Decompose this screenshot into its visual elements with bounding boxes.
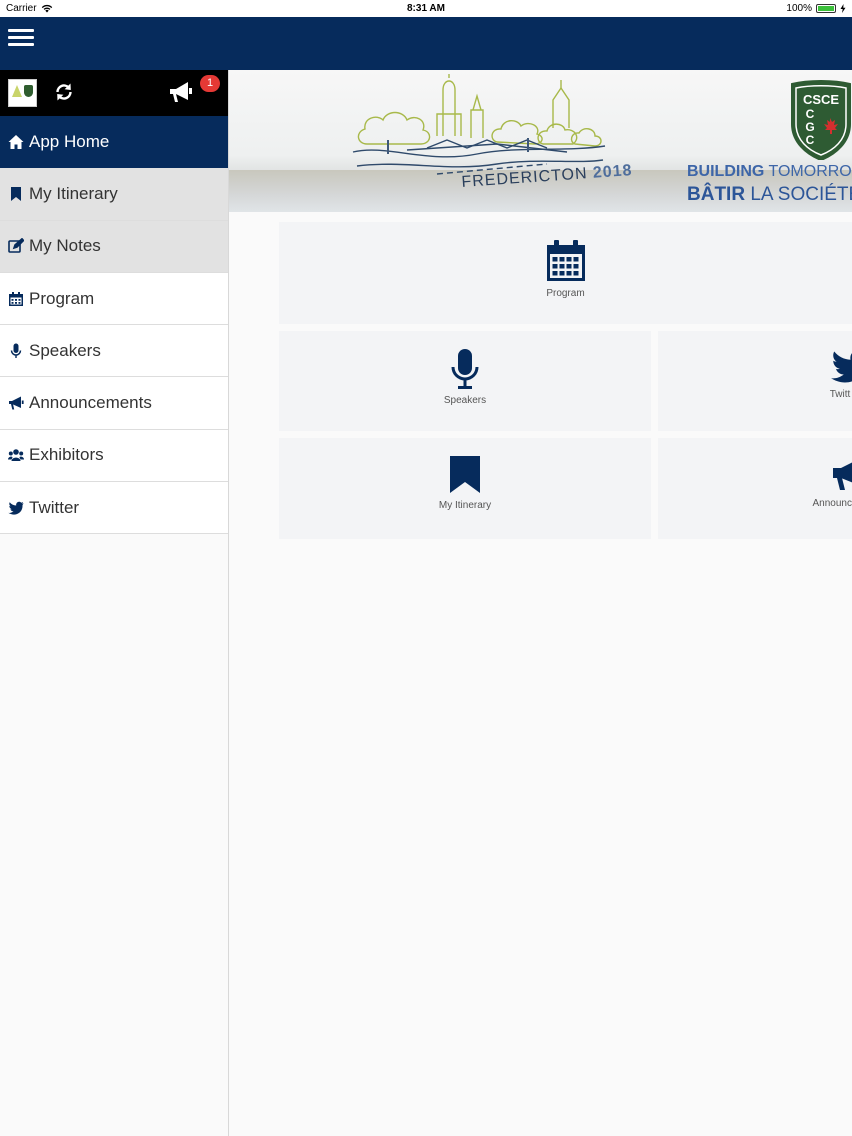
sidebar-item-label: App Home <box>29 131 110 151</box>
sidebar-item-my-itinerary[interactable]: My Itinerary <box>0 168 228 221</box>
tagline-french: BÂTIR LA SOCIÉTÉ <box>687 184 852 205</box>
sidebar-item-label: Announcements <box>29 393 152 413</box>
tile-label: Announce <box>812 498 852 509</box>
svg-text:C: C <box>806 107 815 121</box>
speakers-tile[interactable]: Speakers <box>279 331 651 431</box>
megaphone-icon <box>9 396 24 410</box>
microphone-icon <box>10 343 22 358</box>
sidebar-item-app-home[interactable]: App Home <box>0 116 228 169</box>
twitter-icon <box>8 501 24 515</box>
top-navigation-bar <box>0 17 852 70</box>
battery-icon <box>816 4 836 13</box>
sidebar-item-exhibitors[interactable]: Exhibitors <box>0 429 228 483</box>
home-icon <box>8 134 24 149</box>
sidebar-item-announcements[interactable]: Announcements <box>0 377 228 430</box>
microphone-icon <box>451 349 479 389</box>
sidebar-item-speakers[interactable]: Speakers <box>0 325 228 378</box>
clock: 8:31 AM <box>407 3 445 14</box>
my-itinerary-tile[interactable]: My Itinerary <box>279 438 651 539</box>
calendar-icon <box>546 240 585 281</box>
sidebar-item-label: Program <box>29 288 95 308</box>
csce-shield-logo: CSCE C G C <box>791 80 851 160</box>
tile-label: Speakers <box>443 395 487 406</box>
sidebar-item-label: Speakers <box>29 340 101 360</box>
sidebar-item-label: My Itinerary <box>29 183 118 203</box>
svg-text:G: G <box>805 120 814 134</box>
bookmark-icon <box>11 186 21 201</box>
charging-icon <box>840 4 846 13</box>
sidebar-item-program[interactable]: Program <box>0 272 228 326</box>
status-bar: Carrier 8:31 AM 100% <box>0 0 852 17</box>
battery-percent: 100% <box>786 3 812 14</box>
sidebar-header: 1 <box>0 70 228 116</box>
calendar-icon <box>9 291 23 306</box>
sidebar: 1 App Home My Itinerary My Notes Program… <box>0 70 229 1136</box>
svg-text:CSCE: CSCE <box>803 92 839 107</box>
megaphone-icon <box>833 462 852 490</box>
notification-badge: 1 <box>200 75 220 92</box>
edit-icon <box>8 238 24 254</box>
sidebar-item-my-notes[interactable]: My Notes <box>0 220 228 273</box>
tile-label: Program <box>546 288 585 299</box>
sync-icon[interactable] <box>53 81 75 103</box>
sidebar-item-twitter[interactable]: Twitter <box>0 482 228 535</box>
app-logo[interactable] <box>8 79 37 107</box>
announcements-tile[interactable]: Announce <box>658 438 852 539</box>
announcements-megaphone-icon[interactable] <box>168 80 196 104</box>
carrier-label: Carrier <box>6 3 37 14</box>
twitter-tile[interactable]: Twitt <box>658 331 852 431</box>
menu-icon[interactable] <box>8 29 34 47</box>
tagline-english: BUILDING TOMORRO <box>687 163 852 180</box>
tile-label: Twitt <box>829 389 851 400</box>
sidebar-item-label: My Notes <box>29 236 101 256</box>
svg-text:C: C <box>806 133 815 147</box>
sidebar-item-label: Exhibitors <box>29 445 104 465</box>
sidebar-item-label: Twitter <box>29 497 80 517</box>
wifi-icon <box>41 4 52 13</box>
program-tile[interactable]: Program <box>279 222 852 324</box>
users-icon <box>8 449 24 462</box>
event-banner: FREDERICTON 2018 CSCE C G C BUILDING TOM… <box>229 70 852 212</box>
twitter-icon <box>831 351 852 383</box>
bookmark-icon <box>450 456 480 493</box>
tile-label: My Itinerary <box>438 500 492 511</box>
